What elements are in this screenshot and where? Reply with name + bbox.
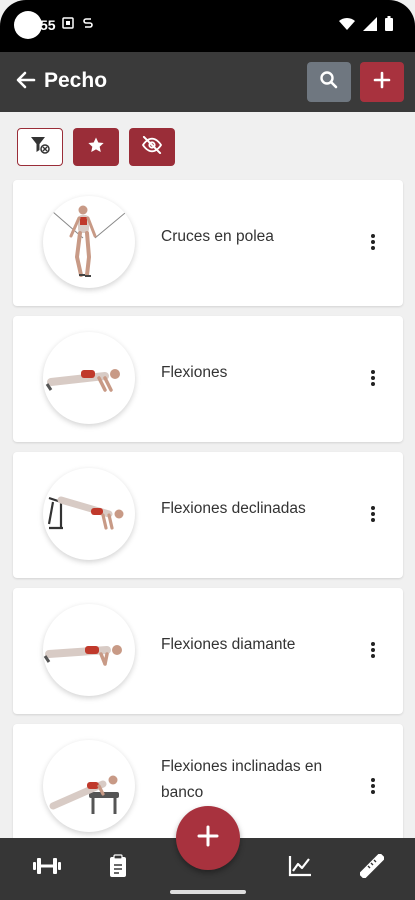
add-exercise-button[interactable] [360, 62, 404, 102]
exercise-name: Flexiones declinadas [161, 500, 306, 517]
star-icon [87, 136, 105, 159]
exercise-name: Flexiones [161, 364, 228, 381]
exercise-card[interactable]: Cruces en polea [13, 180, 403, 306]
nav-measurements[interactable] [352, 848, 392, 888]
more-vertical-icon [371, 641, 375, 663]
more-vertical-icon [371, 505, 375, 527]
nav-exercises[interactable] [27, 848, 67, 888]
page-title: Pecho [44, 69, 108, 92]
ruler-icon [358, 852, 386, 883]
incline-bench-push-up-illustration [43, 740, 135, 832]
exercise-list: Cruces en polea Flexiones Flexiones decl… [13, 180, 403, 860]
arrow-left-icon [14, 71, 38, 96]
more-vertical-icon [371, 777, 375, 799]
exercise-card[interactable]: Flexiones declinadas [13, 452, 403, 578]
filter-bar [17, 128, 175, 166]
start-workout-button[interactable] [176, 806, 240, 870]
exercise-options-button[interactable] [363, 504, 383, 528]
status-time: 55 [40, 17, 56, 33]
filter-off-icon [29, 135, 51, 160]
dumbbell-icon [32, 855, 62, 882]
diamond-push-up-illustration [43, 604, 135, 696]
exercise-options-button[interactable] [363, 776, 383, 800]
exercise-options-button[interactable] [363, 368, 383, 392]
more-vertical-icon [371, 233, 375, 255]
image-notification-icon [62, 17, 74, 32]
clipboard-icon [109, 853, 127, 883]
nav-workouts[interactable] [98, 848, 138, 888]
exercise-options-button[interactable] [363, 232, 383, 256]
exercise-name: Flexiones inclinadas en banco [161, 758, 323, 801]
s-notification-icon [82, 17, 94, 32]
clear-filter-button[interactable] [17, 128, 63, 166]
chart-line-icon [288, 855, 312, 882]
exercise-name: Cruces en polea [161, 228, 274, 245]
app-bar: Pecho [0, 52, 415, 112]
push-up-illustration [43, 332, 135, 424]
nav-statistics[interactable] [280, 848, 320, 888]
decline-push-up-illustration [43, 468, 135, 560]
exercise-name: Flexiones diamante [161, 636, 296, 653]
hidden-filter-button[interactable] [129, 128, 175, 166]
signal-icon [363, 16, 377, 36]
exercise-card[interactable]: Flexiones diamante [13, 588, 403, 714]
camera-cutout [14, 11, 42, 39]
favorites-filter-button[interactable] [73, 128, 119, 166]
wifi-icon [339, 17, 355, 36]
search-button[interactable] [307, 62, 351, 102]
gesture-handle [170, 890, 246, 894]
exercise-card[interactable]: Flexiones [13, 316, 403, 442]
cable-crossover-illustration [43, 196, 135, 288]
back-button[interactable] [14, 68, 42, 96]
battery-icon [385, 16, 393, 36]
exercise-options-button[interactable] [363, 640, 383, 664]
eye-off-icon [141, 135, 163, 159]
search-icon [319, 70, 339, 95]
plus-icon [373, 71, 391, 94]
more-vertical-icon [371, 369, 375, 391]
status-bar: 55 [0, 0, 415, 52]
plus-icon [196, 824, 220, 853]
